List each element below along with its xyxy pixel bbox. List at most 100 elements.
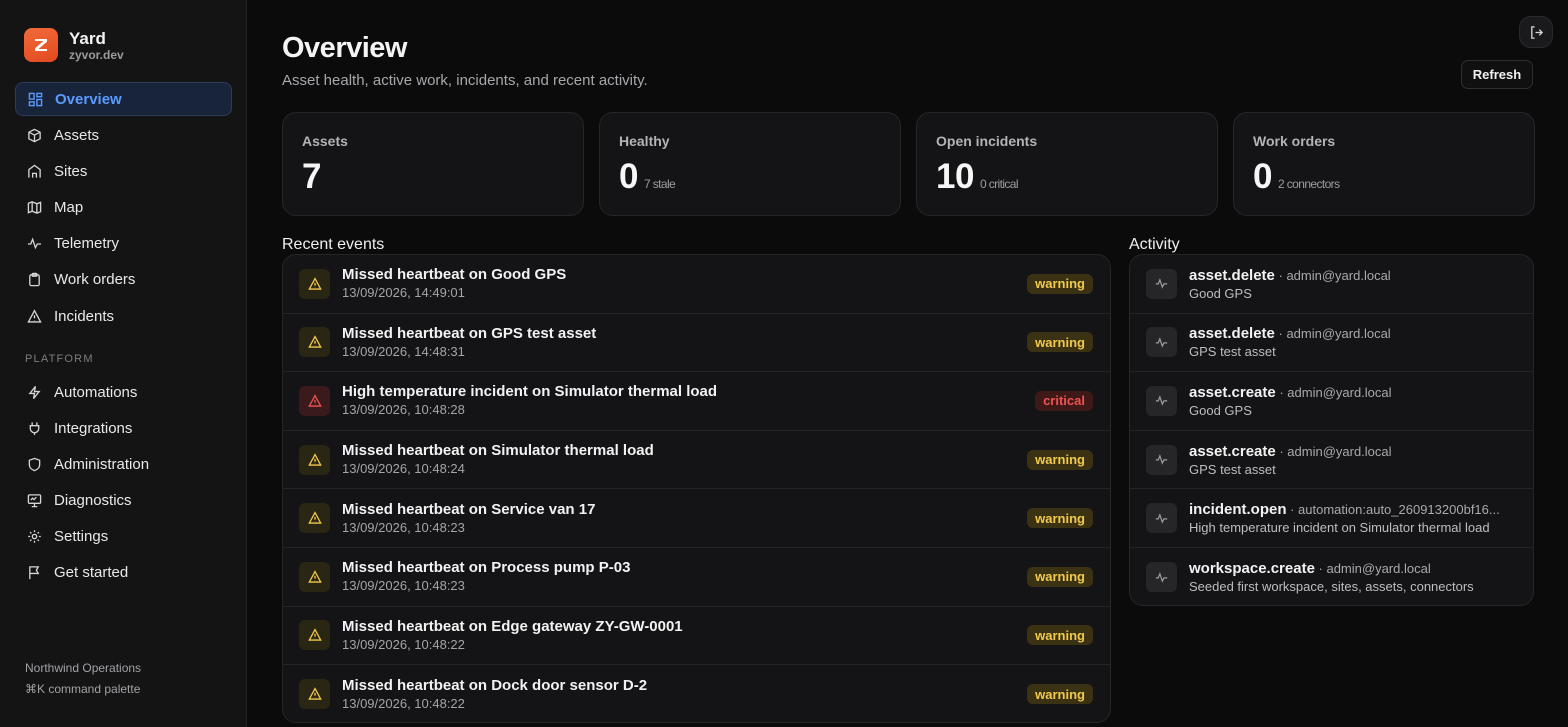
activity-actor: · admin@yard.local — [1275, 384, 1392, 400]
activity-action: asset.delete — [1189, 325, 1275, 343]
event-row[interactable]: Missed heartbeat on Simulator thermal lo… — [283, 431, 1110, 490]
main-nav: Overview Assets Sites Map Telemetry Work… — [15, 82, 232, 335]
pulse-icon — [1146, 385, 1177, 416]
monitor-icon — [26, 493, 42, 509]
severity-badge: warning — [1027, 684, 1093, 705]
nav-label: Administration — [54, 455, 150, 473]
stat-value: 0 — [619, 157, 638, 196]
refresh-button[interactable]: Refresh — [1461, 60, 1533, 89]
activity-detail: GPS test asset — [1189, 461, 1276, 477]
nav-item-diagnostics[interactable]: Diagnostics — [15, 484, 232, 518]
activity-row[interactable]: asset.create · admin@yard.local Good GPS — [1130, 372, 1533, 431]
building-icon — [26, 163, 42, 179]
brand[interactable]: Yard zyvor.dev — [24, 28, 124, 62]
nav-item-map[interactable]: Map — [15, 191, 232, 225]
event-row[interactable]: Missed heartbeat on Process pump P-03 13… — [283, 548, 1110, 607]
event-title: Missed heartbeat on Simulator thermal lo… — [342, 442, 654, 460]
event-time: 13/09/2026, 14:48:31 — [342, 343, 465, 359]
nav-label: Telemetry — [54, 235, 120, 253]
activity-detail: Good GPS — [1189, 402, 1252, 418]
nav-item-telemetry[interactable]: Telemetry — [15, 227, 232, 261]
activity-action: asset.create — [1189, 442, 1276, 460]
nav-label: Work orders — [54, 271, 136, 289]
activity-action: asset.create — [1189, 383, 1276, 401]
nav-section-label: PLATFORM — [25, 353, 94, 365]
nav-item-administration[interactable]: Administration — [15, 447, 232, 481]
activity-list: asset.delete · admin@yard.local Good GPS… — [1129, 254, 1534, 606]
nav-label: Sites — [54, 162, 88, 180]
recent-events-title: Recent events — [282, 236, 385, 253]
brand-name: Yard — [69, 28, 106, 48]
activity-detail: Good GPS — [1189, 285, 1252, 301]
severity-badge: critical — [1035, 390, 1093, 411]
event-title: Missed heartbeat on GPS test asset — [342, 324, 597, 342]
nav-item-overview[interactable]: Overview — [15, 82, 232, 116]
stats-row: Assets 7 Healthy 0 7 stale Open incident… — [282, 112, 1535, 216]
nav-item-automations[interactable]: Automations — [15, 375, 232, 409]
sidebar-footer: Northwind Operations ⌘K command palette — [25, 658, 141, 700]
activity-row[interactable]: incident.open · automation:auto_26091320… — [1130, 489, 1533, 548]
stat-card-healthy: Healthy 0 7 stale — [599, 112, 901, 216]
stat-note: 0 critical — [979, 177, 1019, 191]
nav-label: Settings — [54, 528, 109, 546]
event-title: Missed heartbeat on Service van 17 — [342, 500, 596, 518]
stat-note: 2 connectors — [1277, 177, 1340, 191]
activity-actor: · admin@yard.local — [1275, 443, 1392, 459]
activity-action: asset.delete — [1189, 266, 1275, 284]
plug-icon — [26, 420, 42, 436]
event-row[interactable]: Missed heartbeat on Service van 17 13/09… — [283, 489, 1110, 548]
severity-badge: warning — [1027, 625, 1093, 646]
activity-row[interactable]: asset.delete · admin@yard.local Good GPS — [1130, 255, 1533, 314]
alert-triangle-icon — [299, 503, 330, 534]
event-row[interactable]: Missed heartbeat on Good GPS 13/09/2026,… — [283, 255, 1110, 314]
nav-item-sites[interactable]: Sites — [15, 154, 232, 188]
nav-item-work-orders[interactable]: Work orders — [15, 263, 232, 297]
nav-item-integrations[interactable]: Integrations — [15, 411, 232, 445]
activity-row[interactable]: asset.delete · admin@yard.local GPS test… — [1130, 314, 1533, 373]
event-title: Missed heartbeat on Good GPS — [342, 266, 567, 284]
brand-logo-icon — [24, 28, 58, 62]
org-name[interactable]: Northwind Operations — [25, 658, 141, 679]
alert-triangle-icon — [299, 620, 330, 651]
logout-button[interactable] — [1519, 16, 1553, 48]
pulse-icon — [1146, 562, 1177, 593]
nav-label: Incidents — [54, 307, 115, 325]
severity-badge: warning — [1027, 273, 1093, 294]
activity-actor: · automation:auto_260913200bf16... — [1286, 502, 1500, 518]
alert-triangle-icon — [299, 327, 330, 358]
pulse-icon — [1146, 327, 1177, 358]
platform-nav: Automations Integrations Administration … — [15, 375, 232, 592]
box-icon — [26, 127, 42, 143]
activity-row[interactable]: workspace.create · admin@yard.local Seed… — [1130, 548, 1533, 605]
stat-note: 7 stale — [643, 177, 676, 191]
event-time: 13/09/2026, 10:48:28 — [342, 402, 465, 418]
nav-item-settings[interactable]: Settings — [15, 520, 232, 554]
shield-icon — [26, 456, 42, 472]
dashboard-icon — [27, 91, 43, 107]
event-row[interactable]: Missed heartbeat on Edge gateway ZY-GW-0… — [283, 607, 1110, 666]
alert-triangle-icon — [299, 444, 330, 475]
alert-triangle-icon — [26, 308, 42, 324]
activity-detail: High temperature incident on Simulator t… — [1189, 520, 1490, 536]
command-palette-hint[interactable]: ⌘K command palette — [25, 679, 141, 700]
recent-events-list: Missed heartbeat on Good GPS 13/09/2026,… — [282, 254, 1111, 723]
nav-label: Diagnostics — [54, 492, 132, 510]
stat-value: 10 — [936, 157, 974, 196]
nav-item-assets[interactable]: Assets — [15, 118, 232, 152]
nav-label: Get started — [54, 564, 129, 582]
event-row[interactable]: High temperature incident on Simulator t… — [283, 372, 1110, 431]
nav-label: Map — [54, 199, 84, 217]
stat-card-open-incidents: Open incidents 10 0 critical — [916, 112, 1218, 216]
activity-detail: GPS test asset — [1189, 344, 1276, 360]
nav-label: Automations — [54, 383, 138, 401]
nav-item-incidents[interactable]: Incidents — [15, 299, 232, 333]
event-time: 13/09/2026, 10:48:22 — [342, 695, 465, 711]
nav-label: Overview — [55, 90, 122, 108]
map-icon — [26, 200, 42, 216]
event-row[interactable]: Missed heartbeat on GPS test asset 13/09… — [283, 314, 1110, 373]
activity-row[interactable]: asset.create · admin@yard.local GPS test… — [1130, 431, 1533, 490]
event-row[interactable]: Missed heartbeat on Dock door sensor D-2… — [283, 665, 1110, 722]
nav-item-get-started[interactable]: Get started — [15, 556, 232, 590]
pulse-icon — [26, 236, 42, 252]
activity-detail: Seeded first workspace, sites, assets, c… — [1189, 579, 1474, 595]
